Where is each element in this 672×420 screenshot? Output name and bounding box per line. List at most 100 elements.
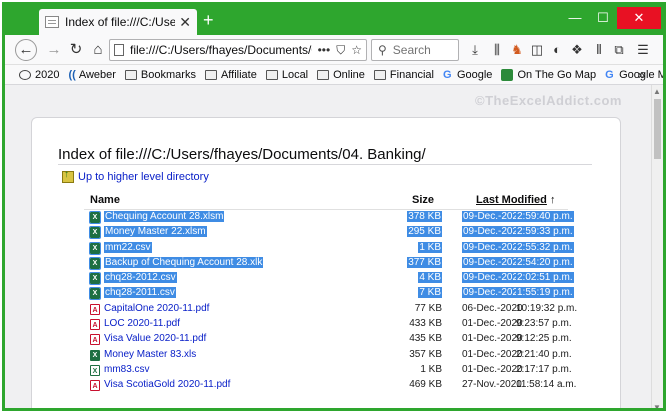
browser-window: Index of file:///C:/Users/fhayes ✕ + — ☐… <box>2 2 666 411</box>
bookmark-folder-bookmarks[interactable]: Bookmarks <box>124 69 196 81</box>
table-row[interactable]: X Money Master 22.xlsm 295 KB 09-Dec.-2020 2… <box>84 225 574 240</box>
table-row[interactable]: A Visa Value 2020-11.pdf 435 KB 01-Dec.-202… <box>84 332 572 347</box>
file-name-link[interactable]: chq28-2012.csv <box>104 272 177 284</box>
file-name-link[interactable]: mm22.csv <box>104 241 152 253</box>
file-name-link[interactable]: Money Master 22.xlsm <box>104 226 207 238</box>
file-date: 01-Dec.-2020 <box>462 348 523 360</box>
scroll-up-icon[interactable]: ▲ <box>653 87 661 96</box>
search-input[interactable]: ⚲ Search <box>371 39 459 61</box>
tab-active[interactable]: Index of file:///C:/Users/fhayes ✕ <box>39 9 197 35</box>
close-window-button[interactable]: ✕ <box>617 7 661 29</box>
bookmark-google[interactable]: G Google <box>443 69 492 81</box>
table-row[interactable]: Xchq28-2011.csv 7 KB 09-Dec.-2020 1:55:19 p… <box>84 286 574 301</box>
page-actions-button[interactable]: ••• <box>318 43 331 57</box>
table-row[interactable]: A Visa ScotiaGold 2020-11.pdf 469 KB 27-Nov… <box>84 378 576 393</box>
page-icon <box>45 16 59 28</box>
bookmark-folder-local[interactable]: Local <box>265 69 308 81</box>
file-size: 1 KB <box>418 241 442 253</box>
bookmark-folder-financial[interactable]: Financial <box>373 69 434 81</box>
file-date: 01-Dec.-2020 <box>462 333 523 345</box>
extension-icon[interactable]: ⧉ <box>609 39 629 61</box>
table-row[interactable]: A CapitalOne 2020-11.pdf 77 KB 06-Dec.-2020… <box>84 302 577 317</box>
bookmark-star-icon[interactable]: ☆ <box>351 43 362 57</box>
column-name[interactable]: Name <box>90 194 120 206</box>
column-size[interactable]: Size <box>412 194 434 206</box>
table-row[interactable]: X Money Master 83.xls 357 KB 01-Dec.-2020 2:… <box>84 348 572 363</box>
file-time: 2:54:20 p.m. <box>516 256 574 268</box>
listing-card: Index of file:///C:/Users/fhayes/Documen… <box>31 117 621 408</box>
file-time: 10:19:32 p.m. <box>516 302 578 314</box>
barcode-icon[interactable]: ⦀ <box>589 39 609 61</box>
address-bar[interactable]: file:///C:/Users/fhayes/Documents/04. B … <box>109 39 367 61</box>
bookmark-on-the-go-map[interactable]: On The Go Map <box>501 68 596 81</box>
file-time: 2:59:40 p.m. <box>516 211 574 222</box>
file-time: 2:59:33 p.m. <box>516 226 574 238</box>
scroll-down-icon[interactable]: ▼ <box>653 403 661 408</box>
reload-button[interactable]: ↻ <box>65 39 87 61</box>
page-title: Index of file:///C:/Users/fhayes/Documen… <box>58 146 426 163</box>
sidebar-icon[interactable]: ◫ <box>527 39 547 61</box>
file-size: 435 KB <box>409 333 442 345</box>
bookmark-folder-online[interactable]: Online <box>317 69 365 81</box>
page-content: ©TheExcelAddict.com Index of file:///C:/… <box>5 85 651 408</box>
file-time: 2:17:17 p.m. <box>516 363 572 375</box>
back-button[interactable]: ← <box>15 39 37 61</box>
excel-file-icon: X <box>89 256 101 270</box>
minimize-button[interactable]: — <box>561 9 589 27</box>
page-icon <box>114 44 124 56</box>
file-name-link[interactable]: Backup of Chequing Account 28.xlk <box>104 256 264 268</box>
table-row[interactable]: Xmm22.csv 1 KB 09-Dec.-2020 2:55:32 p.m. <box>84 241 574 256</box>
tab-title: Index of file:///C:/Users/fhayes <box>65 15 176 29</box>
up-directory-link[interactable]: Up to higher level directory <box>62 169 209 183</box>
extension-icon[interactable]: ◐ <box>547 39 567 61</box>
bookmark-aweber[interactable]: ((Aweber <box>68 69 115 81</box>
column-last-modified[interactable]: Last Modified <box>476 194 547 206</box>
home-button[interactable]: ⌂ <box>87 39 109 61</box>
file-name-link[interactable]: mm83.csv <box>104 364 150 375</box>
extension-icon[interactable]: ❖ <box>567 39 587 61</box>
file-name-link[interactable]: CapitalOne 2020-11.pdf <box>104 303 209 314</box>
bookmark-google-maps[interactable]: GGoogle Maps <box>605 69 663 81</box>
csv-file-icon: X <box>90 364 100 376</box>
map-icon <box>501 68 514 81</box>
chevron-right-icon[interactable]: » <box>638 67 645 82</box>
file-name-link[interactable]: LOC 2020-11.pdf <box>104 318 180 329</box>
download-icon[interactable]: ⤓ <box>465 39 485 61</box>
forward-button[interactable]: → <box>43 39 65 61</box>
file-name-link[interactable]: Visa ScotiaGold 2020-11.pdf <box>104 379 230 390</box>
file-date: 01-Dec.-2020 <box>462 363 523 375</box>
table-row[interactable]: Xchq28-2012.csv 4 KB 09-Dec.-2020 2:02:51 p… <box>84 271 574 286</box>
file-time: 11:58:14 a.m. <box>516 379 577 391</box>
file-date: 01-Dec.-2020 <box>462 318 523 330</box>
file-name-link[interactable]: Chequing Account 28.xlsm <box>104 211 225 222</box>
nav-bar: ← → ↻ ⌂ file:///C:/Users/fhayes/Document… <box>5 35 663 65</box>
file-date: 06-Dec.-2020 <box>462 302 523 314</box>
file-name-link[interactable]: Visa Value 2020-11.pdf <box>104 333 206 344</box>
close-tab-icon[interactable]: ✕ <box>179 14 191 31</box>
new-tab-button[interactable]: + <box>203 11 214 29</box>
file-time: 2:21:40 p.m. <box>516 348 572 360</box>
file-table: Name Size Last Modified ↑ X Chequing Acco… <box>84 194 577 394</box>
file-name-link[interactable]: Money Master 83.xls <box>104 349 196 360</box>
library-icon[interactable]: ⫼ <box>487 39 507 61</box>
file-time: 2:02:51 p.m. <box>516 272 574 284</box>
file-rows: X Chequing Account 28.xlsm 378 KB 09-Dec.-2… <box>84 210 577 394</box>
scrollbar-thumb[interactable] <box>654 99 661 159</box>
table-row[interactable]: A LOC 2020-11.pdf 433 KB 01-Dec.-2020 9:23:5… <box>84 317 572 332</box>
bookmark-2020[interactable]: 2020 <box>19 69 59 81</box>
search-placeholder: Search <box>392 43 431 57</box>
maximize-button[interactable]: ☐ <box>589 9 617 27</box>
scrollbar[interactable]: ▲ ▼ <box>651 85 663 408</box>
table-row[interactable]: X Chequing Account 28.xlsm 378 KB 09-Dec.-2… <box>84 210 574 225</box>
file-time: 9:23:57 p.m. <box>516 318 572 330</box>
table-row[interactable]: Xmm83.csv 1 KB 01-Dec.-2020 2:17:17 p.m. <box>84 363 572 378</box>
table-row[interactable]: X Backup of Chequing Account 28.xlk 377 KB… <box>84 256 574 271</box>
extension-icon[interactable]: ♞ <box>507 39 527 61</box>
up-directory-label: Up to higher level directory <box>78 171 209 183</box>
file-time: 9:12:25 p.m. <box>516 333 572 345</box>
menu-icon[interactable]: ☰ <box>633 39 653 61</box>
pocket-icon[interactable]: ⛉ <box>336 43 345 58</box>
file-name-link[interactable]: chq28-2011.csv <box>104 287 176 299</box>
bookmark-folder-affiliate[interactable]: Affiliate <box>204 69 257 81</box>
excel-file-icon: X <box>89 287 101 301</box>
